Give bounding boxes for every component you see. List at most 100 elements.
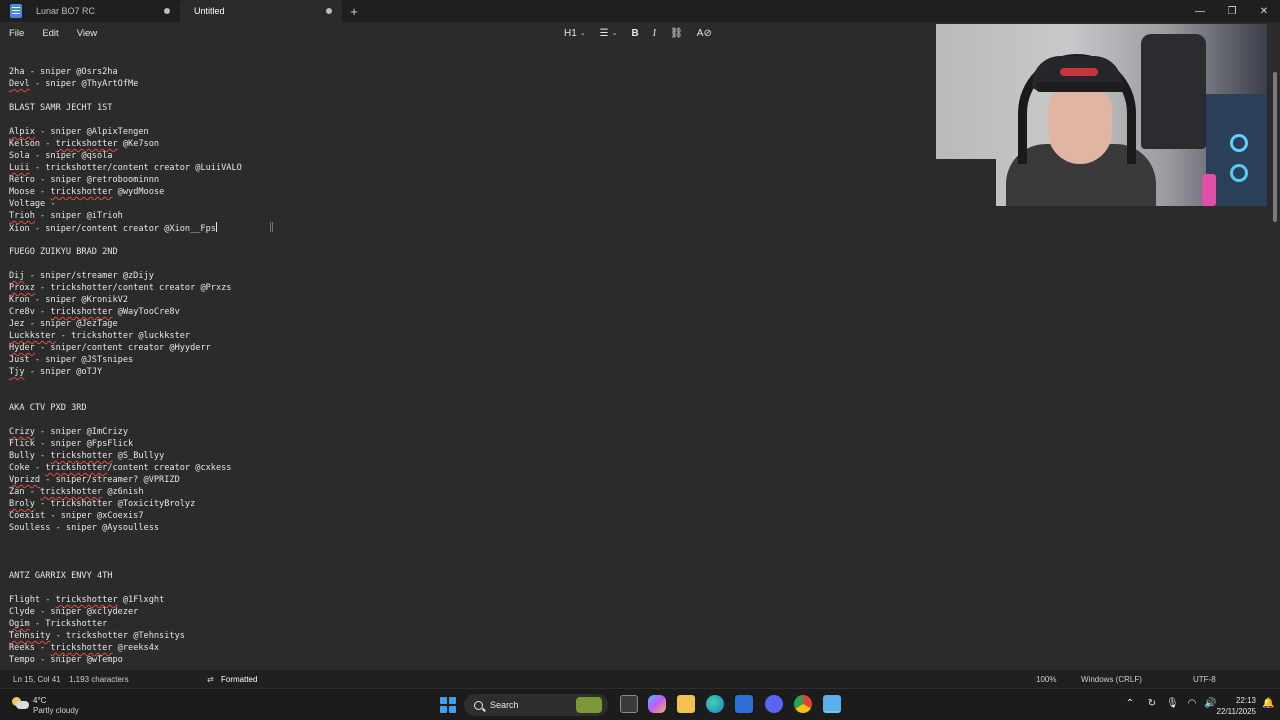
weather-description[interactable]: Partly cloudy: [33, 706, 79, 715]
document-line[interactable]: 2ha - sniper @Osrs2ha: [9, 66, 242, 78]
encoding[interactable]: UTF-8: [1193, 675, 1216, 684]
misspelled-word[interactable]: trickshotter: [50, 451, 112, 461]
menu-file[interactable]: File: [0, 28, 33, 39]
document-line[interactable]: Kelson - trickshotter @Ke7son: [9, 138, 242, 150]
misspelled-word[interactable]: Proxz: [9, 283, 35, 293]
misspelled-word[interactable]: trickshotter: [40, 487, 102, 497]
windows-start-icon[interactable]: [440, 697, 456, 713]
document-line[interactable]: Moose - trickshotter @wydMoose: [9, 186, 242, 198]
document-line[interactable]: Zan - trickshotter @z6nish: [9, 486, 242, 498]
document-line[interactable]: Alpix - sniper @AlpixTengen: [9, 126, 242, 138]
misspelled-word[interactable]: Tehnsity: [9, 631, 50, 641]
document-line[interactable]: Broly - trickshotter @ToxicityBrolyz: [9, 498, 242, 510]
list-dropdown[interactable]: ☰ ⌄: [600, 28, 618, 39]
notification-bell-icon[interactable]: 🔔: [1262, 698, 1274, 710]
document-line[interactable]: Coke - trickshotter/content creator @cxk…: [9, 462, 242, 474]
misspelled-word[interactable]: trickshotter: [50, 643, 112, 653]
misspelled-word[interactable]: Luii: [9, 163, 30, 173]
document-line[interactable]: Jez - sniper @JezTage: [9, 318, 242, 330]
minimize-button[interactable]: —: [1184, 0, 1216, 22]
document-line[interactable]: [9, 558, 242, 570]
document-line[interactable]: FUEGO ZUIKYU BRAD 2ND: [9, 246, 242, 258]
discord-icon[interactable]: [765, 695, 783, 713]
document-line[interactable]: Retro - sniper @retroboominnn: [9, 174, 242, 186]
document-line[interactable]: AKA CTV PXD 3RD: [9, 402, 242, 414]
heading-dropdown[interactable]: H1 ⌄: [564, 28, 586, 39]
misspelled-word[interactable]: Broly: [9, 499, 35, 509]
document-line[interactable]: [9, 414, 242, 426]
document-line[interactable]: [9, 90, 242, 102]
microphone-icon[interactable]: 🎙: [1166, 698, 1179, 710]
document-line[interactable]: Vprizd - sniper/streamer? @VPRIZD: [9, 474, 242, 486]
document-line[interactable]: Proxz - trickshotter/content creator @Pr…: [9, 282, 242, 294]
document-line[interactable]: Kron - sniper @KronikV2: [9, 294, 242, 306]
italic-button[interactable]: I: [653, 28, 656, 39]
misspelled-word[interactable]: trickshotter: [50, 187, 112, 197]
edge-icon[interactable]: [706, 695, 724, 713]
misspelled-word[interactable]: Trioh: [9, 211, 35, 221]
notepad-icon[interactable]: [823, 695, 841, 713]
document-line[interactable]: Flight - trickshotter @1Flxght: [9, 594, 242, 606]
document-line[interactable]: Sola - sniper @qsola: [9, 150, 242, 162]
new-tab-button[interactable]: +: [342, 4, 366, 19]
misspelled-word[interactable]: Crizy: [9, 427, 35, 437]
document-line[interactable]: [9, 258, 242, 270]
document-line[interactable]: Hyder - sniper/content creator @Hyyderr: [9, 342, 242, 354]
chevron-up-icon[interactable]: ⌃: [1124, 698, 1136, 710]
document-line[interactable]: Luii - trickshotter/content creator @Lui…: [9, 162, 242, 174]
vertical-scrollbar[interactable]: [1273, 52, 1277, 662]
document-line[interactable]: Coexist - sniper @xCoexis7: [9, 510, 242, 522]
document-line[interactable]: [9, 234, 242, 246]
misspelled-word[interactable]: Luckkster: [9, 331, 56, 341]
document-line[interactable]: [9, 582, 242, 594]
tab-untitled[interactable]: Untitled: [180, 0, 342, 22]
document-line[interactable]: [9, 534, 242, 546]
document-line[interactable]: Reeks - trickshotter @reeks4x: [9, 642, 242, 654]
misspelled-word[interactable]: Hyder: [9, 343, 35, 353]
document-text[interactable]: 2ha - sniper @Osrs2ha Devl - sniper @ThyA…: [9, 66, 242, 666]
document-line[interactable]: ANTZ GARRIX ENVY 4TH: [9, 570, 242, 582]
line-ending[interactable]: Windows (CRLF): [1081, 675, 1142, 684]
document-line[interactable]: Clyde - sniper @xclydezer: [9, 606, 242, 618]
document-line[interactable]: Just - sniper @JSTsnipes: [9, 354, 242, 366]
misspelled-word[interactable]: Alpix: [9, 127, 35, 137]
copilot-icon[interactable]: [648, 695, 666, 713]
menu-edit[interactable]: Edit: [33, 28, 67, 39]
misspelled-word[interactable]: trickshotter: [50, 307, 112, 317]
document-line[interactable]: Cre8v - trickshotter @WayTooCre8v: [9, 306, 242, 318]
misspelled-word[interactable]: Ogim: [9, 619, 30, 629]
zoom-level[interactable]: 100%: [1036, 675, 1056, 684]
document-line[interactable]: Bully - trickshotter @S_Bullyy: [9, 450, 242, 462]
misspelled-word[interactable]: trickshotter: [56, 595, 118, 605]
restore-button[interactable]: ❐: [1216, 0, 1248, 22]
document-line[interactable]: Tehnsity - trickshotter @Tehnsitys: [9, 630, 242, 642]
folder-icon[interactable]: [677, 695, 695, 713]
document-line[interactable]: Luckkster - trickshotter @luckkster: [9, 330, 242, 342]
system-clock[interactable]: 22:13 22/11/2025: [1217, 695, 1256, 717]
menu-view[interactable]: View: [68, 28, 106, 39]
misspelled-word[interactable]: Dij: [9, 271, 25, 281]
document-line[interactable]: Dij - sniper/streamer @zDijy: [9, 270, 242, 282]
document-line[interactable]: Devl - sniper @ThyArtOfMe: [9, 78, 242, 90]
wifi-icon[interactable]: ◠: [1186, 698, 1198, 710]
task-view-icon[interactable]: [620, 695, 638, 713]
misspelled-word[interactable]: Devl: [9, 79, 30, 89]
document-line[interactable]: Tjy - sniper @oTJY: [9, 366, 242, 378]
weather-temperature[interactable]: 4°C: [33, 696, 46, 705]
store-icon[interactable]: [735, 695, 753, 713]
document-line[interactable]: [9, 378, 242, 390]
document-line[interactable]: Soulless - sniper @Aysoulless: [9, 522, 242, 534]
document-line[interactable]: Xion - sniper/content creator @Xion__Fps: [9, 222, 242, 234]
clear-formatting-icon[interactable]: A⊘: [697, 28, 712, 39]
format-toggle-icon[interactable]: ⇄: [207, 675, 214, 684]
bold-button[interactable]: B: [632, 28, 639, 39]
document-line[interactable]: Ogim - Trickshotter: [9, 618, 242, 630]
partly-cloudy-icon[interactable]: [12, 697, 29, 709]
taskbar-search[interactable]: Search: [464, 694, 608, 716]
document-line[interactable]: Crizy - sniper @ImCrizy: [9, 426, 242, 438]
document-line[interactable]: Tempo - sniper @wTempo: [9, 654, 242, 666]
document-line[interactable]: [9, 114, 242, 126]
misspelled-word[interactable]: Tjy: [9, 367, 25, 377]
misspelled-word[interactable]: trickshotter: [56, 139, 118, 149]
document-line[interactable]: Voltage -: [9, 198, 242, 210]
